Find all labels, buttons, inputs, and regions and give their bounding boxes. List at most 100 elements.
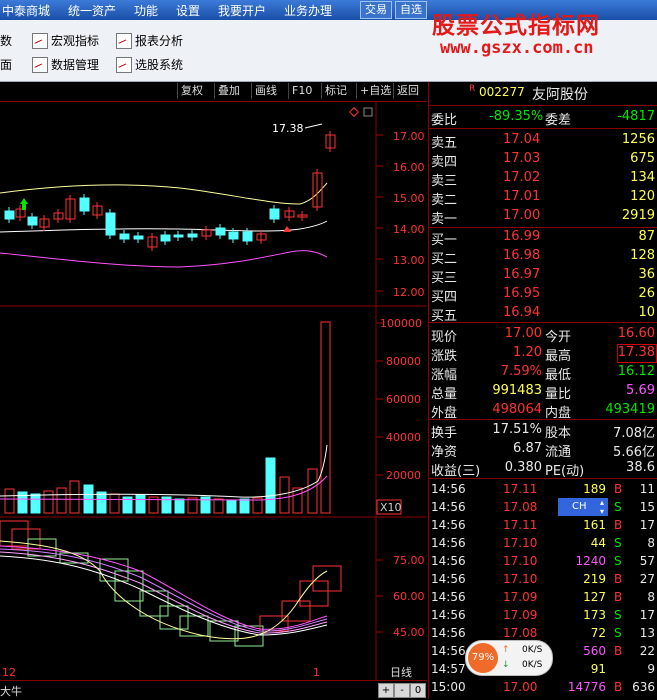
zoom-in-button[interactable]: + — [378, 683, 394, 698]
toolbar-label: 宏观指标 — [51, 34, 100, 48]
bid-price: 16.97 — [503, 267, 541, 282]
toolbar-item-data[interactable]: 数据管理 — [32, 56, 99, 73]
tick-time: 14:56 — [431, 518, 466, 532]
tab-label[interactable]: 大牛 — [0, 683, 22, 699]
zoom-out-button[interactable]: - — [394, 683, 410, 698]
tick-side: B — [614, 518, 623, 532]
tick-side: B — [614, 590, 623, 604]
candle-body — [119, 233, 130, 240]
tick-side: S — [614, 536, 622, 550]
price-tick: 14.00 — [393, 223, 425, 236]
volume-ma-line-1 — [0, 444, 328, 498]
volume-tick: 20000 — [386, 469, 421, 482]
data-icon — [32, 56, 48, 73]
toolbar-item-macro[interactable]: 宏观指标 — [32, 32, 99, 49]
toolbar-item-report[interactable]: 报表分析 — [116, 32, 183, 49]
tick-price: 17.09 — [503, 590, 538, 604]
toolbar-label: 报表分析 — [135, 34, 184, 48]
volume-tick: 60000 — [386, 393, 421, 406]
ch-dropdown[interactable]: CH ▴ ▾ — [558, 498, 608, 516]
price-tick: 17.00 — [393, 130, 425, 143]
menu-item-open-account[interactable]: 我要开户 — [218, 2, 266, 19]
indicator-tick: 45.00 — [393, 626, 425, 639]
divider — [429, 419, 657, 420]
tick-row: 14:56 17.09 173 S 17 — [429, 607, 657, 625]
toolbar-item-partial-2[interactable]: 面 — [0, 56, 12, 73]
volume-bar — [96, 491, 107, 514]
toolbar-item-partial-1[interactable]: 数 — [0, 32, 12, 49]
fin-row: 换手 17.51% 股本 7.08亿 — [429, 421, 657, 441]
chart-area[interactable]: 17.00 16.00 15.00 14.00 13.00 12.00 17.3… — [0, 101, 427, 680]
chart-icon — [32, 32, 48, 49]
add-watchlist-button[interactable]: +自选 — [356, 83, 394, 99]
stat-row: 总量 991483 量比 5.69 — [429, 382, 657, 402]
tick-time: 14:56 — [431, 554, 466, 568]
spin-icon[interactable]: ▴ ▾ — [600, 498, 604, 516]
mark-button[interactable]: 标记 — [321, 83, 350, 99]
tick-side: B — [614, 680, 623, 694]
menu-item-assets[interactable]: 统一资产 — [68, 2, 116, 19]
network-speed-widget[interactable]: 79% ↑ 0K/S ↓ 0K/S — [465, 640, 553, 676]
upload-speed: 0K/S — [522, 645, 543, 655]
divider — [429, 478, 657, 479]
stat-label: 最高 — [545, 349, 572, 364]
menu-item-functions[interactable]: 功能 — [134, 2, 158, 19]
tick-volume: 44 — [590, 536, 606, 550]
report-icon — [116, 32, 132, 49]
tick-price: 17.10 — [503, 572, 538, 586]
price-tick: 13.00 — [393, 254, 425, 267]
stat-value: 17.00 — [504, 326, 542, 341]
order-ratio-row: 委比 -89.35% 委差 -4817 — [429, 108, 657, 128]
stat-row: 现价 17.00 今开 16.60 — [429, 325, 657, 345]
trade-button[interactable]: 交易 — [360, 1, 392, 19]
menu-item-mall[interactable]: 中泰商城 — [2, 2, 50, 19]
menu-item-settings[interactable]: 设置 — [176, 2, 200, 19]
scroll-box[interactable] — [363, 107, 373, 117]
toolbar-label: 数 — [0, 34, 13, 48]
tick-volume: 173 — [583, 608, 606, 622]
tick-time: 14:56 — [431, 572, 466, 586]
menu-item-business[interactable]: 业务办理 — [284, 2, 332, 19]
candle-body — [269, 208, 280, 220]
reset-button[interactable]: 0 — [410, 683, 426, 698]
ask-volume: 134 — [630, 170, 655, 185]
toolbar-item-screener[interactable]: 选股系统 — [116, 56, 183, 73]
f10-button[interactable]: F10 — [288, 83, 315, 99]
watchlist-button[interactable]: 自选 — [395, 1, 427, 19]
ch-label: CH — [572, 501, 587, 512]
ask-label: 卖三 — [431, 174, 458, 189]
bid-label: 买四 — [431, 290, 458, 305]
tick-row: 14:56 17.08 72 S 13 — [429, 625, 657, 643]
tick-count: 17 — [639, 608, 655, 622]
back-button[interactable]: 返回 — [393, 83, 422, 99]
bid-price: 16.98 — [503, 248, 541, 263]
tick-count: 11 — [639, 482, 655, 496]
toolbar-label: 面 — [0, 58, 13, 72]
overlay-button[interactable]: 叠加 — [214, 83, 243, 99]
date-label-right: 1 — [313, 666, 320, 679]
tick-side: S — [614, 500, 622, 514]
tick-price: 17.10 — [503, 536, 538, 550]
volume-bar — [239, 498, 250, 514]
tick-time: 14:56 — [431, 590, 466, 604]
draw-line-button[interactable]: 画线 — [251, 83, 280, 99]
candle-body — [215, 227, 226, 236]
tick-time: 14:56 — [431, 626, 466, 640]
tick-count: 17 — [639, 518, 655, 532]
fin-label: 净资 — [431, 445, 458, 460]
price-axis-grid — [376, 134, 383, 292]
watermark-url: www.gszx.com.cn — [440, 38, 594, 58]
toolbar-label: 选股系统 — [135, 58, 184, 72]
candle-body — [105, 212, 116, 236]
tick-volume: 91 — [590, 662, 606, 676]
volume-bar — [4, 488, 15, 514]
indicator-pane: 75.00 60.00 45.00 — [0, 520, 425, 647]
volume-bar — [307, 468, 318, 514]
candle-body — [79, 197, 90, 212]
bid-volume: 10 — [638, 305, 655, 320]
bid-row: 买一 16.99 87 — [429, 228, 657, 248]
restore-rights-button[interactable]: 复权 — [177, 83, 206, 99]
bid-label: 买二 — [431, 252, 458, 267]
period-label[interactable]: 日线 — [390, 665, 412, 679]
toolbar-label: 数据管理 — [51, 58, 100, 72]
